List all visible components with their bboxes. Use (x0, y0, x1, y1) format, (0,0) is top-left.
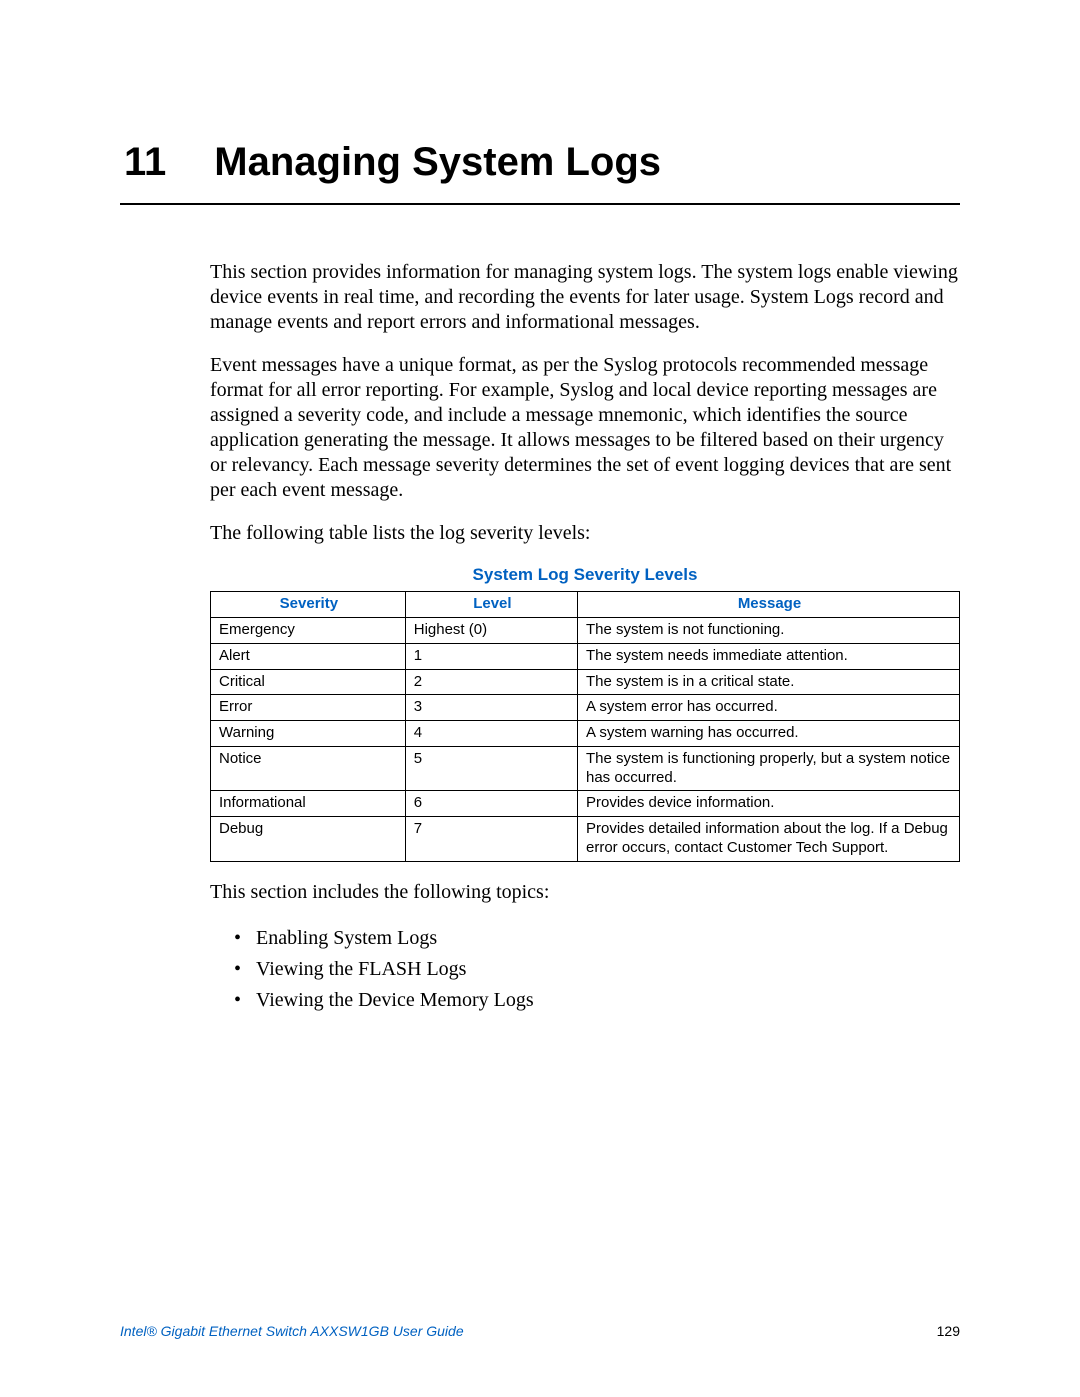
chapter-number: 11 (124, 140, 166, 185)
list-item: Viewing the Device Memory Logs (230, 985, 960, 1016)
chapter-title: Managing System Logs (214, 140, 661, 185)
intro-paragraph-1: This section provides information for ma… (210, 260, 960, 335)
table-row: Debug7Provides detailed information abou… (211, 817, 960, 862)
page-content: 11 Managing System Logs This section pro… (0, 0, 1080, 1016)
footer-guide-title: Intel® Gigabit Ethernet Switch AXXSW1GB … (120, 1323, 464, 1339)
body-text: This section provides information for ma… (210, 260, 960, 1016)
cell-message: Provides device information. (578, 791, 960, 817)
table-row: Notice5The system is functioning properl… (211, 746, 960, 791)
footer-page-number: 129 (937, 1323, 960, 1339)
table-row: EmergencyHighest (0)The system is not fu… (211, 618, 960, 644)
cell-message: Provides detailed information about the … (578, 817, 960, 862)
cell-level: 2 (405, 669, 577, 695)
list-item: Viewing the FLASH Logs (230, 954, 960, 985)
severity-table: Severity Level Message EmergencyHighest … (210, 591, 960, 861)
table-row: Warning4A system warning has occurred. (211, 721, 960, 747)
cell-severity: Notice (211, 746, 406, 791)
cell-level: 7 (405, 817, 577, 862)
list-item: Enabling System Logs (230, 923, 960, 954)
cell-severity: Debug (211, 817, 406, 862)
cell-level: 3 (405, 695, 577, 721)
cell-level: 6 (405, 791, 577, 817)
cell-message: The system is in a critical state. (578, 669, 960, 695)
chapter-header: 11 Managing System Logs (120, 140, 960, 205)
cell-severity: Alert (211, 643, 406, 669)
table-row: Error3A system error has occurred. (211, 695, 960, 721)
cell-level: 5 (405, 746, 577, 791)
cell-level: 4 (405, 721, 577, 747)
header-message: Message (578, 592, 960, 618)
cell-level: Highest (0) (405, 618, 577, 644)
cell-level: 1 (405, 643, 577, 669)
topics-intro: This section includes the following topi… (210, 880, 960, 905)
cell-severity: Warning (211, 721, 406, 747)
cell-message: The system needs immediate attention. (578, 643, 960, 669)
table-row: Alert1The system needs immediate attenti… (211, 643, 960, 669)
table-title: System Log Severity Levels (210, 564, 960, 585)
cell-severity: Emergency (211, 618, 406, 644)
cell-severity: Informational (211, 791, 406, 817)
cell-message: A system warning has occurred. (578, 721, 960, 747)
header-severity: Severity (211, 592, 406, 618)
cell-severity: Error (211, 695, 406, 721)
table-header-row: Severity Level Message (211, 592, 960, 618)
cell-message: The system is functioning properly, but … (578, 746, 960, 791)
cell-severity: Critical (211, 669, 406, 695)
page-footer: Intel® Gigabit Ethernet Switch AXXSW1GB … (120, 1323, 960, 1339)
intro-paragraph-2: Event messages have a unique format, as … (210, 353, 960, 503)
topics-list: Enabling System LogsViewing the FLASH Lo… (230, 923, 960, 1016)
header-level: Level (405, 592, 577, 618)
cell-message: The system is not functioning. (578, 618, 960, 644)
cell-message: A system error has occurred. (578, 695, 960, 721)
table-row: Informational6Provides device informatio… (211, 791, 960, 817)
intro-paragraph-3: The following table lists the log severi… (210, 521, 960, 546)
table-row: Critical2The system is in a critical sta… (211, 669, 960, 695)
